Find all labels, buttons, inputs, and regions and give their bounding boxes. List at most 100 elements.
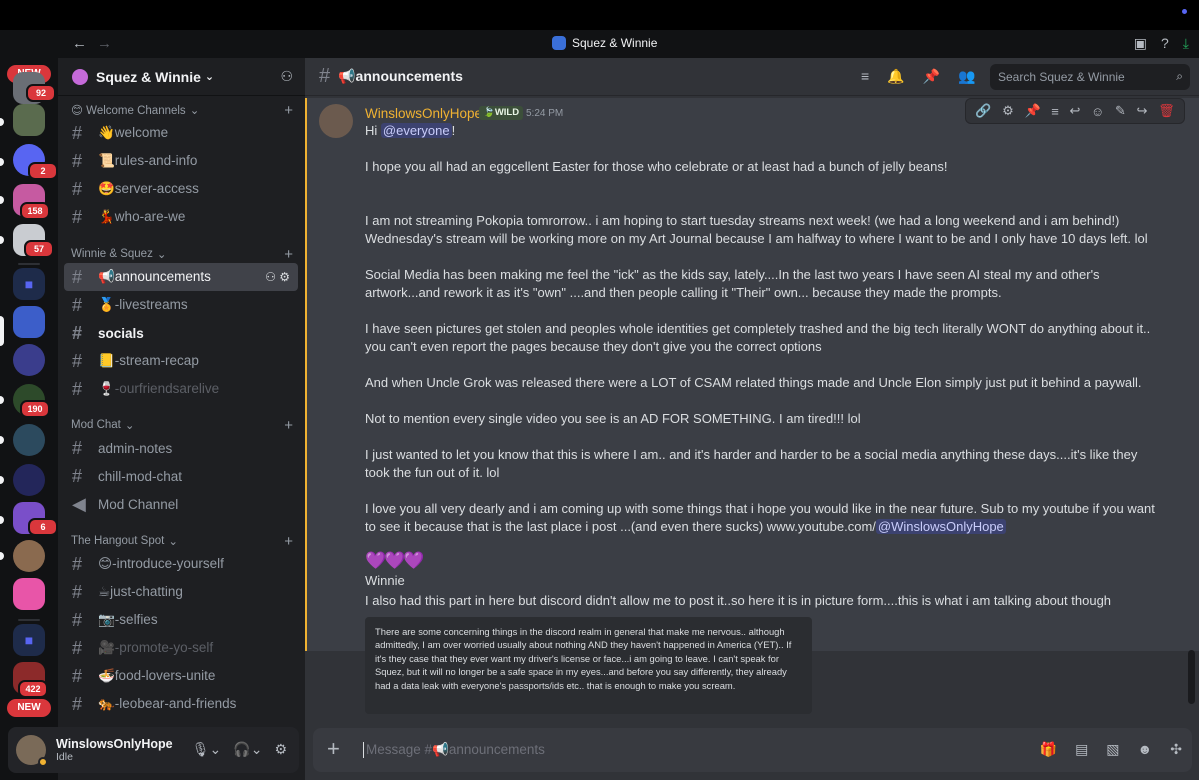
channel-leobear-and-friends[interactable]: # 🐅-leobear-and-friends — [64, 690, 298, 718]
server-icon[interactable] — [13, 104, 45, 136]
channel-stream-recap[interactable]: # 📒-stream-recap — [64, 347, 298, 375]
server-header[interactable]: Squez & Winnie ⌄ ⚇ — [58, 58, 305, 96]
add-channel-icon[interactable]: + — [284, 102, 293, 119]
gear-icon[interactable]: ⚙ — [274, 741, 287, 758]
server-icon[interactable] — [13, 578, 45, 610]
text: I love you all very dearly and i am comi… — [365, 501, 1155, 534]
search-icon: ⌕ — [1176, 69, 1183, 83]
channel-announcements[interactable]: # 📢announcements ⚇ ⚙ — [64, 263, 298, 291]
channel-mod-channel[interactable]: ◀ Mod Channel — [64, 490, 298, 518]
add-channel-icon[interactable]: + — [284, 417, 293, 434]
unread-pill — [0, 436, 4, 444]
mention-everyone[interactable]: @everyone — [380, 123, 452, 138]
mention-user[interactable]: @WinslowsOnlyHope — [875, 519, 1006, 534]
channel-promote-yo-self[interactable]: # 🎥-promote-yo-self — [64, 634, 298, 662]
channel-welcome[interactable]: # 👋welcome — [64, 119, 298, 147]
channel-server-access[interactable]: # 🤩server-access — [64, 175, 298, 203]
gift-icon[interactable]: 🎁 — [1040, 741, 1057, 758]
user-info[interactable]: WinslowsOnlyHope Idle — [56, 737, 173, 763]
sticker-icon[interactable]: ▧ — [1106, 741, 1119, 758]
topbar-right-icons: ▣ ? ⤓ — [1134, 35, 1189, 52]
channel-who-are-we[interactable]: # 💃who-are-we — [64, 203, 298, 231]
hash-icon: # — [72, 122, 83, 143]
message-paragraph: Social Media has been making me feel the… — [365, 267, 1100, 300]
notification-dot — [1182, 9, 1187, 14]
message-timestamp: 5:24 PM — [526, 108, 564, 119]
server-icon[interactable] — [13, 540, 45, 572]
forward-icon[interactable]: ↪ — [1137, 103, 1148, 119]
message-composer[interactable]: + Message #📢announcements 🎁 ▤ ▧ ☻ ✣ — [313, 728, 1192, 772]
server-logo-icon — [72, 68, 88, 85]
category-label: Winnie & Squez — [71, 248, 153, 260]
bell-icon[interactable]: 🔔 — [887, 68, 904, 85]
category-header[interactable]: The Hangout Spot ⌄ + — [71, 533, 293, 550]
pin-icon[interactable]: 📌 — [923, 68, 940, 85]
scrollbar[interactable] — [1188, 650, 1195, 704]
headphones-icon[interactable]: 🎧⌄ — [233, 741, 262, 758]
add-channel-icon[interactable]: + — [284, 246, 293, 263]
microphone-icon[interactable]: 🎙⌄ — [192, 741, 222, 758]
apps-icon[interactable]: ✣ — [1170, 741, 1182, 758]
message-author[interactable]: WinslowsOnlyHope — [365, 106, 482, 121]
channel-chill-mod-chat[interactable]: # chill-mod-chat — [64, 462, 298, 490]
unread-badge: 158 — [20, 202, 50, 220]
server-icon[interactable] — [13, 424, 45, 456]
hash-icon: # — [319, 65, 331, 87]
avatar[interactable] — [16, 735, 48, 767]
server-icon[interactable] — [13, 464, 45, 496]
reply-icon[interactable]: ↩ — [1070, 103, 1081, 119]
back-arrow-icon[interactable]: ← — [72, 35, 87, 52]
channel-selfies[interactable]: # 📷-selfies — [64, 606, 298, 634]
member-list-icon[interactable]: 👥 — [958, 68, 975, 85]
invite-people-icon[interactable]: ⚇ — [280, 68, 293, 85]
download-icon[interactable]: ⤓ — [1183, 35, 1189, 52]
threads-icon[interactable]: ≡ — [861, 68, 869, 85]
avatar[interactable] — [319, 104, 353, 138]
server-icon[interactable] — [13, 306, 45, 338]
gear-icon[interactable]: ⚙ — [1002, 103, 1014, 119]
add-channel-icon[interactable]: + — [284, 533, 293, 550]
user-panel: WinslowsOnlyHope Idle 🎙⌄ 🎧⌄ ⚙ — [8, 727, 299, 773]
channel-livestreams[interactable]: # 🏅-livestreams — [64, 291, 298, 319]
category-header[interactable]: 😊 Welcome Channels ⌄ + — [71, 102, 293, 119]
message-input[interactable]: Message #📢announcements — [363, 742, 545, 758]
folder-icon[interactable]: ■ — [13, 268, 45, 300]
selected-pill — [0, 316, 4, 346]
unread-badge: 422 — [18, 680, 48, 698]
add-attachment-icon[interactable]: + — [327, 736, 340, 762]
search-input[interactable]: Search Squez & Winnie ⌕ — [990, 64, 1190, 90]
folder-icon[interactable]: ■ — [13, 624, 45, 656]
unread-pill — [0, 196, 4, 204]
inbox-icon[interactable]: ▣ — [1134, 35, 1147, 52]
edit-icon[interactable]: ✎ — [1115, 103, 1126, 119]
pin-icon[interactable]: 📌 — [1024, 103, 1040, 119]
new-badge: NEW — [7, 699, 51, 717]
forward-arrow-icon[interactable]: → — [97, 35, 112, 52]
emoji-icon[interactable]: ☺ — [1091, 104, 1104, 119]
channel-socials[interactable]: # socials — [64, 319, 298, 347]
category-header[interactable]: Mod Chat ⌄ + — [71, 417, 293, 434]
unread-badge: 2 — [28, 162, 58, 180]
channel-just-chatting[interactable]: # ☕just-chatting — [64, 578, 298, 606]
category-header[interactable]: Winnie & Squez ⌄ + — [71, 246, 293, 263]
chevron-down-icon: ⌄ — [204, 71, 215, 83]
channel-introduce-yourself[interactable]: # 😊-introduce-yourself — [64, 550, 298, 578]
server-icon — [552, 36, 566, 50]
help-icon[interactable]: ? — [1161, 35, 1169, 52]
emoji-icon[interactable]: ☻ — [1138, 741, 1153, 758]
server-tag-badge[interactable]: 🍃WILD — [479, 106, 524, 120]
channel-admin-notes[interactable]: # admin-notes — [64, 434, 298, 462]
channel-food-lovers-unite[interactable]: # 🍜food-lovers-unite — [64, 662, 298, 690]
gif-icon[interactable]: ▤ — [1075, 741, 1088, 758]
channel-title: 📢announcements — [338, 68, 463, 84]
channel-rules-and-info[interactable]: # 📜rules-and-info — [64, 147, 298, 175]
channel-settings-icon[interactable]: ⚇ ⚙ — [265, 270, 290, 284]
server-icon[interactable] — [13, 344, 45, 376]
trash-icon[interactable]: 🗑 — [1158, 103, 1175, 119]
channel-ourfriendsarelive[interactable]: # 🍷-ourfriendsarelive — [64, 375, 298, 403]
unread-pill — [0, 158, 4, 166]
image-attachment[interactable]: There are some concerning things in the … — [365, 617, 812, 714]
link-icon[interactable]: 🔗 — [975, 103, 991, 119]
thread-icon[interactable]: ≡ — [1051, 104, 1059, 119]
channel-label: socials — [98, 325, 144, 341]
